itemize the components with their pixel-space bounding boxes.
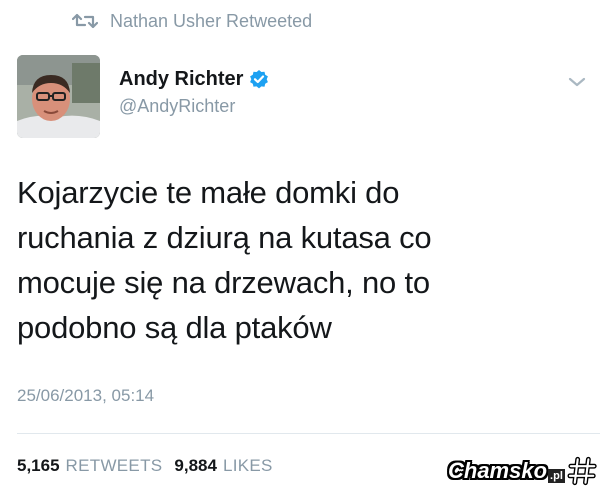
retweet-context[interactable]: Nathan Usher Retweeted (72, 8, 312, 34)
tweet-stats: 5,165 RETWEETS 9,884 LIKES (17, 456, 273, 476)
retweet-context-text: Nathan Usher Retweeted (110, 10, 313, 31)
retweets-label: RETWEETS (65, 456, 163, 475)
retweet-icon (72, 13, 98, 29)
author-name[interactable]: Andy Richter (119, 68, 243, 91)
divider (17, 433, 600, 434)
watermark: Chamsko .pl (448, 450, 598, 492)
tweet-card: Nathan Usher Retweeted Andy Richter @And… (0, 0, 600, 498)
watermark-tld: .pl (548, 469, 565, 483)
tweet-text-line: podobno są dla ptaków (17, 310, 332, 345)
verified-badge-icon (250, 70, 269, 89)
retweets-count: 5,165 (17, 456, 60, 475)
likes-stat[interactable]: 9,884 LIKES (174, 456, 272, 476)
hashtag-logo-icon (567, 456, 597, 486)
tweet-text-line: mocuje się na drzewach, no to (17, 265, 430, 300)
likes-count: 9,884 (174, 456, 217, 475)
author-block[interactable]: Andy Richter @AndyRichter (119, 66, 269, 117)
chevron-down-icon[interactable] (566, 74, 588, 90)
avatar[interactable] (17, 55, 100, 138)
author-handle[interactable]: @AndyRichter (119, 96, 269, 117)
tweet-text-line: Kojarzycie te małe domki do (17, 175, 400, 210)
retweets-stat[interactable]: 5,165 RETWEETS (17, 456, 162, 476)
likes-label: LIKES (222, 456, 273, 475)
watermark-text: Chamsko (448, 458, 548, 483)
avatar-image (17, 55, 100, 138)
tweet-text-line: ruchania z dziurą na kutasa co (17, 220, 432, 255)
tweet-timestamp[interactable]: 25/06/2013, 05:14 (17, 386, 154, 406)
tweet-text: Kojarzycie te małe domki do ruchania z d… (17, 170, 587, 350)
